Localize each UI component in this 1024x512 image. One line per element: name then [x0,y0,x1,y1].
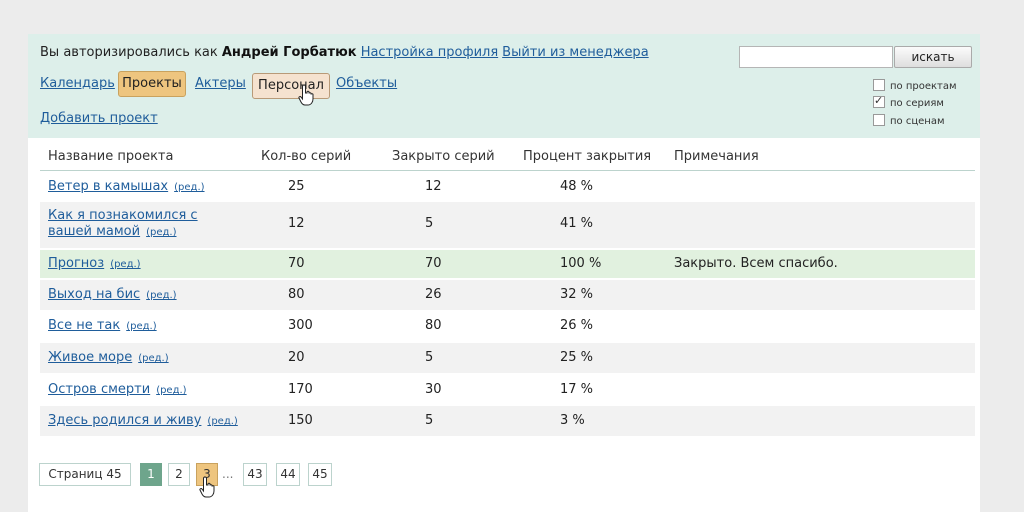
edit-link[interactable]: (ред.) [146,227,176,238]
table-row-closed: Прогноз (ред.) 70 70 100 % Закрыто. Всем … [40,250,975,278]
episodes-cell: 20 [288,350,305,365]
episodes-cell: 170 [288,382,313,397]
table-row: Ветер в камышах (ред.) 25 12 48 % [40,172,975,202]
edit-link[interactable]: (ред.) [110,259,140,270]
add-project-link[interactable]: Добавить проект [40,111,158,126]
edit-link[interactable]: (ред.) [207,416,237,427]
table-row: Здесь родился и живу (ред.) 150 5 3 % [40,406,975,436]
episodes-cell: 25 [288,179,305,194]
project-link-continued[interactable]: вашей мамой [48,224,140,239]
search-button[interactable]: искать [894,46,972,68]
nav-personnel[interactable]: Персонал [252,73,330,99]
percent-cell: 41 % [560,216,594,231]
project-name-cell: Живое море (ред.) [48,350,169,367]
table-row: Как я познакомился с вашей мамой (ред.) 1… [40,202,975,248]
note-cell: Закрыто. Всем спасибо. [674,256,838,271]
project-link[interactable]: Остров смерти [48,382,150,397]
table-row: Остров смерти (ред.) 170 30 17 % [40,374,975,404]
project-name-cell: Остров смерти (ред.) [48,382,187,399]
page-43-button[interactable]: 43 [243,463,267,486]
project-manager-panel: Вы авторизировались как Андрей Горбатюк … [28,34,980,512]
closed-cell: 5 [425,350,434,365]
scenes-checkbox[interactable] [873,114,885,126]
project-name-cell: Прогноз (ред.) [48,256,141,273]
closed-cell: 80 [425,318,442,333]
project-name-cell: Все не так (ред.) [48,318,157,335]
project-link[interactable]: Выход на бис [48,287,140,302]
page-44-button[interactable]: 44 [276,463,300,486]
nav-projects[interactable]: Проекты [118,71,186,97]
nav-calendar[interactable]: Календарь [40,76,115,91]
header-bar: Вы авторизировались как Андрей Горбатюк … [28,34,980,138]
search-option-label: по сериям [890,98,944,109]
column-header: Процент закрытия [523,149,652,164]
logout-link[interactable]: Выйти из менеджера [502,45,649,60]
series-checkbox[interactable] [873,94,885,108]
closed-cell: 5 [425,216,434,231]
hand-cursor-icon [199,476,215,498]
nav-actors[interactable]: Актеры [195,76,246,91]
edit-link[interactable]: (ред.) [138,353,168,364]
hand-cursor-icon [298,84,314,106]
closed-cell: 12 [425,179,442,194]
table-header: Название проекта Кол-во серий Закрыто се… [40,142,975,171]
table-row: Все не так (ред.) 300 80 26 % [40,311,975,341]
login-prefix: Вы авторизировались как [40,45,218,60]
profile-settings-link[interactable]: Настройка профиля [361,45,498,60]
project-link[interactable]: Здесь родился и живу [48,413,201,428]
search-option-series[interactable]: по сериям [873,94,944,109]
project-name-cell: Здесь родился и живу (ред.) [48,413,238,430]
percent-cell: 32 % [560,287,594,302]
project-link[interactable]: Ветер в камышах [48,179,168,194]
episodes-cell: 70 [288,256,305,271]
page-2-button[interactable]: 2 [168,463,190,486]
episodes-cell: 12 [288,216,305,231]
edit-link[interactable]: (ред.) [126,321,156,332]
project-link[interactable]: Прогноз [48,256,104,271]
project-link[interactable]: Все не так [48,318,120,333]
percent-cell: 17 % [560,382,594,397]
search-option-label: по проектам [890,81,957,92]
page-1-button[interactable]: 1 [140,463,162,486]
pager-ellipsis: ... [222,467,234,481]
column-header: Кол-во серий [261,149,352,164]
search-option-label: по сценам [890,116,945,127]
project-name-cell: Как я познакомился с вашей мамой (ред.) [48,208,198,241]
projects-checkbox[interactable] [873,79,885,91]
percent-cell: 3 % [560,413,585,428]
search-option-scenes[interactable]: по сценам [873,114,945,127]
login-status: Вы авторизировались как Андрей Горбатюк … [40,45,649,60]
project-name-cell: Выход на бис (ред.) [48,287,177,304]
nav-objects[interactable]: Объекты [336,76,397,91]
percent-cell: 100 % [560,256,602,271]
closed-cell: 5 [425,413,434,428]
percent-cell: 26 % [560,318,594,333]
search-input[interactable] [739,46,893,68]
closed-cell: 70 [425,256,442,271]
column-header: Примечания [674,149,759,164]
closed-cell: 30 [425,382,442,397]
column-header: Название проекта [48,149,174,164]
table-row: Живое море (ред.) 20 5 25 % [40,343,975,373]
page-45-button[interactable]: 45 [308,463,332,486]
page-count: Страниц 45 [39,463,131,486]
edit-link[interactable]: (ред.) [156,385,186,396]
episodes-cell: 150 [288,413,313,428]
project-name-cell: Ветер в камышах (ред.) [48,179,205,196]
table-row: Выход на бис (ред.) 80 26 32 % [40,280,975,310]
user-name: Андрей Горбатюк [221,45,357,60]
percent-cell: 25 % [560,350,594,365]
project-link[interactable]: Живое море [48,350,132,365]
column-header: Закрыто серий [392,149,495,164]
search-option-projects[interactable]: по проектам [873,79,957,92]
edit-link[interactable]: (ред.) [174,182,204,193]
edit-link[interactable]: (ред.) [146,290,176,301]
episodes-cell: 80 [288,287,305,302]
closed-cell: 26 [425,287,442,302]
percent-cell: 48 % [560,179,594,194]
project-link[interactable]: Как я познакомился с [48,208,198,223]
episodes-cell: 300 [288,318,313,333]
